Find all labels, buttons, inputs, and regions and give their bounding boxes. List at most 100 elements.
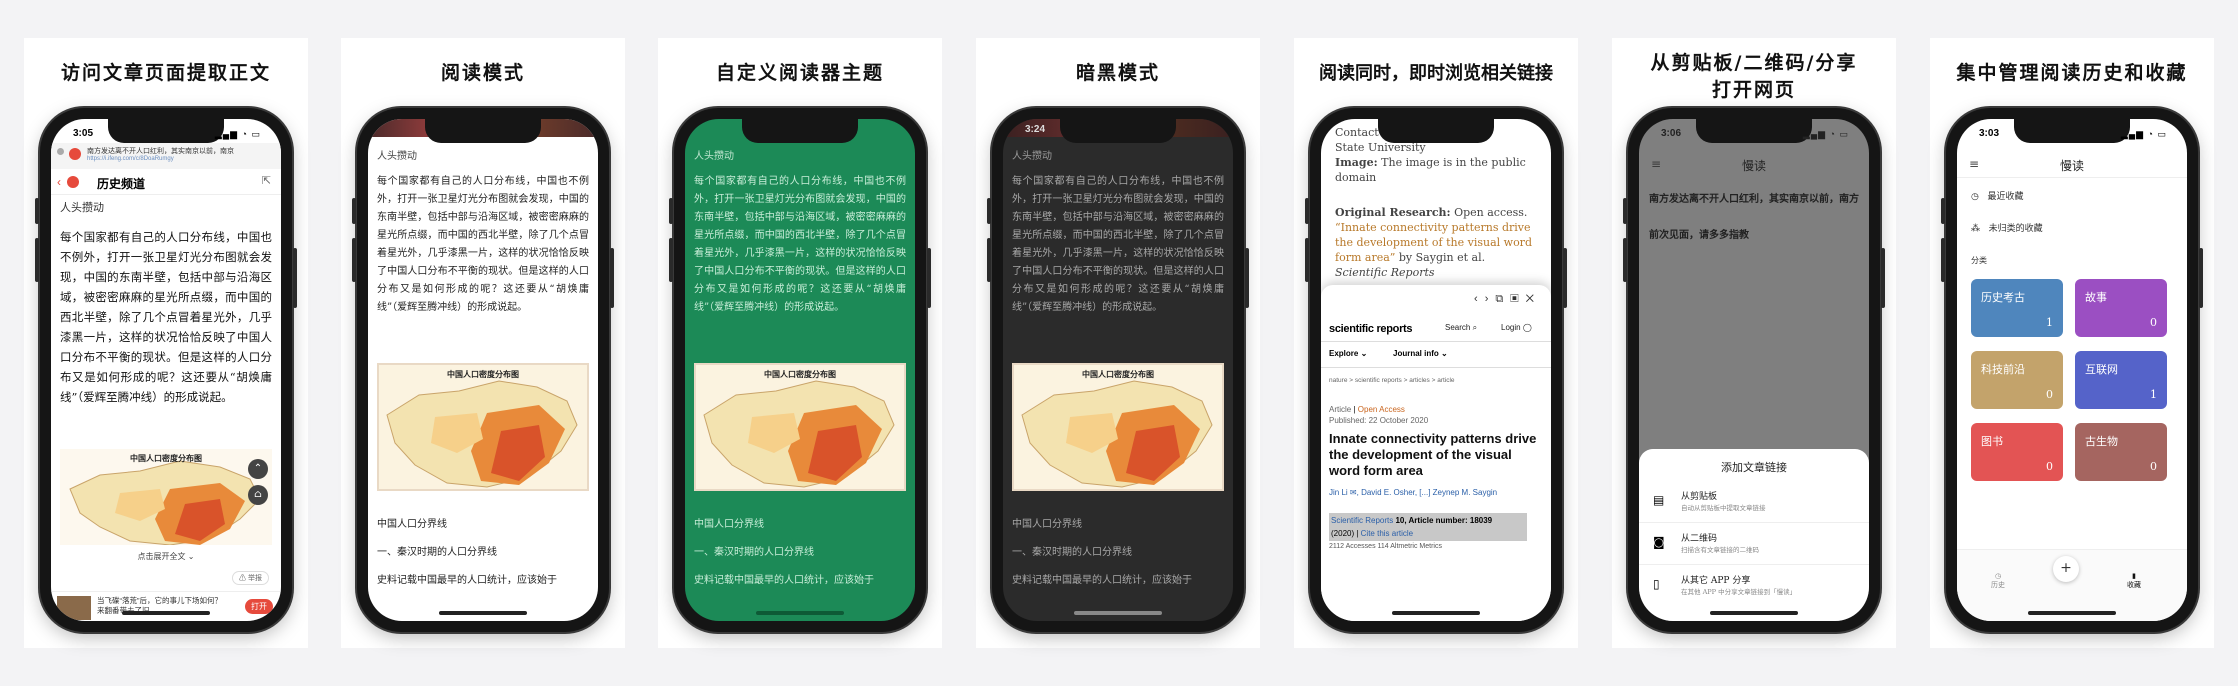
reader-toggle-icon[interactable]: ▣ <box>1510 293 1525 305</box>
map-title: 中国人口密度分布图 <box>764 369 836 379</box>
login-link[interactable]: Login ◯ <box>1501 323 1532 332</box>
share-icon: ▯ <box>1653 577 1660 591</box>
screen: 3:03 ▂▄▆ ◔ ▭ ≡ 慢读 ◷ 最近收藏 ⁂ 未归类的收藏 分类 历史考… <box>1957 119 2187 621</box>
subsection-heading: 一、秦汉时期的人口分界线 <box>377 547 497 558</box>
ad-open-button[interactable]: 打开 <box>245 599 273 614</box>
site-logo: scientific reports <box>1329 323 1413 335</box>
link-sheet: ‹›⧉▣✕ scientific reports Search ⌕ Login … <box>1321 285 1551 621</box>
journal-info-menu[interactable]: Journal info ⌄ <box>1393 349 1448 358</box>
cite-link[interactable]: Cite this article <box>1361 529 1413 538</box>
status-icons: ▂▄▆ ◔ ▭ <box>1802 129 1849 139</box>
login-label: Login <box>1501 323 1521 332</box>
panel-open-link: 从剪贴板/二维码/分享 打开网页 3:06 ▂▄▆ ◔ ▭ ≡ 慢读 南方发达离不… <box>1612 38 1896 648</box>
source-label: 人头攒动 <box>1012 151 1052 162</box>
authors[interactable]: Jin Li ✉, David E. Osher, [...] Zeynep M… <box>1329 487 1543 498</box>
back-icon[interactable]: ‹ <box>57 175 61 189</box>
panel-title: 访问文章页面提取正文 <box>60 62 271 84</box>
panel-dark-mode: 暗黑模式 3:24 人头攒动 每个国家都有自己的人口分布线，中国也不例外，打开一… <box>976 38 1260 648</box>
panel-title-line1: 从剪贴板/二维码/分享 <box>1650 52 1858 74</box>
phone: 3:05 ▂▄▆ ◔ ▭ 南方发达离不开人口红利，其实南京以前，南京 https… <box>35 108 297 632</box>
recent-collections[interactable]: ◷ 最近收藏 <box>1971 189 2023 202</box>
phone: 人头攒动 每个国家都有自己的人口分布线，中国也不例外，打开一张卫星灯光分布图就会… <box>352 108 614 632</box>
panel-extract: 访问文章页面提取正文 3:05 ▂▄▆ ◔ ▭ 南方发达离不开人口红利，其实南京… <box>24 38 308 648</box>
report-button[interactable]: ⚠ 举报 <box>232 571 269 585</box>
category-tile[interactable]: 历史考古 1 <box>1971 279 2063 337</box>
category-tile[interactable]: 故事 0 <box>2075 279 2167 337</box>
tab-history[interactable]: ◷ 历史 <box>1991 572 2005 590</box>
url-banner[interactable]: 南方发达离不开人口红利，其实南京以前，南京 https://i.ifeng.co… <box>51 143 281 169</box>
panel-link-browse: 阅读同时，即时浏览相关链接 Contact State University I… <box>1294 38 1578 648</box>
density-map: 中国人口密度分布图 ⌃ ⌂ <box>60 449 272 545</box>
user-icon: ◯ <box>1522 323 1532 332</box>
stage: 访问文章页面提取正文 3:05 ▂▄▆ ◔ ▭ 南方发达离不开人口红利，其实南京… <box>0 0 2238 686</box>
category-count: 1 <box>2150 388 2157 401</box>
channel-title: 历史频道 <box>97 177 146 191</box>
clock-icon: ◷ <box>1994 572 2002 580</box>
published-date: Published: 22 October 2020 <box>1329 416 1429 425</box>
explore-menu[interactable]: Explore ⌄ <box>1329 349 1367 358</box>
add-link-sheet: 添加文章链接 ▤ 从剪贴板 自动从剪贴板中提取文章链接 ◙ 从二维码 扫描含有文… <box>1639 449 1869 621</box>
category-tile[interactable]: 图书 0 <box>1971 423 2063 481</box>
option-subtitle: 扫描含有文章链接的二维码 <box>1681 546 1759 554</box>
close-icon[interactable]: ✕ <box>1526 293 1541 305</box>
category-count: 0 <box>2150 460 2157 473</box>
add-button[interactable]: + <box>2053 556 2079 582</box>
panel-reader-mode: 阅读模式 人头攒动 每个国家都有自己的人口分布线，中国也不例外，打开一张卫星灯光… <box>341 38 625 648</box>
status-time: 3:05 <box>73 128 94 139</box>
browser-toolbar[interactable]: ‹›⧉▣✕ <box>1474 293 1541 306</box>
paragraph-text: 史料记载中国最早的人口统计，应该始于 <box>1012 575 1192 586</box>
section-label: 分类 <box>1971 256 1987 265</box>
close-icon[interactable] <box>57 148 64 155</box>
clock-icon: ◷ <box>1971 192 1979 202</box>
option-subtitle: 在其他 APP 中分享文章链接到「慢读」 <box>1681 588 1797 596</box>
article-text: 每个国家都有自己的人口分布线，中国也不例外，打开一张卫星灯光分布图就会发现，中国… <box>60 230 272 404</box>
category-count: 0 <box>2046 388 2053 401</box>
option-clipboard[interactable]: ▤ 从剪贴板 自动从剪贴板中提取文章链接 <box>1639 483 1869 523</box>
uncategorized-collections[interactable]: ⁂ 未归类的收藏 <box>1971 221 2043 234</box>
report-label: 举报 <box>248 575 262 582</box>
panel-title: 集中管理阅读历史和收藏 <box>1956 62 2188 84</box>
search-link[interactable]: Search ⌕ <box>1445 323 1477 333</box>
panel-title: 阅读模式 <box>440 62 525 84</box>
home-icon[interactable]: ⌂ <box>248 485 268 505</box>
source-label: 人头攒动 <box>60 201 104 214</box>
author-first[interactable]: Jin Li <box>1329 488 1348 497</box>
app-title: 慢读 <box>1741 159 1766 173</box>
sheet-title: 添加文章链接 <box>1721 461 1787 474</box>
screen: 3:06 ▂▄▆ ◔ ▭ ≡ 慢读 南方发达离不开人口红利，其实南京以前，南方 … <box>1639 119 1869 621</box>
ad-bar[interactable]: 当飞碟“落荒”后，它的事儿下场如何？来翻番带去了旧 打开 <box>51 591 281 621</box>
back-icon[interactable]: ‹ <box>1474 293 1485 305</box>
density-map: 中国人口密度分布图 <box>694 363 906 491</box>
open-external-icon[interactable]: ⧉ <box>1495 293 1510 305</box>
author-rest[interactable]: David E. Osher, [...] Zeynep M. Saygin <box>1361 488 1497 497</box>
category-count: 0 <box>2150 316 2157 329</box>
category-name: 互联网 <box>2085 363 2118 376</box>
recent-label: 最近收藏 <box>1987 192 2024 202</box>
density-map: 中国人口密度分布图 <box>1012 363 1224 491</box>
share-icon[interactable]: ⇱ <box>262 174 271 187</box>
screen: 3:24 人头攒动 每个国家都有自己的人口分布线，中国也不例外，打开一张卫星灯光… <box>1003 119 1233 621</box>
phone: 人头攒动 每个国家都有自己的人口分布线，中国也不例外，打开一张卫星灯光分布图就会… <box>669 108 931 632</box>
source-label: 人头攒动 <box>694 151 734 162</box>
section-heading: 中国人口分界线 <box>1012 519 1082 530</box>
category-tile[interactable]: 科技前沿 0 <box>1971 351 2063 409</box>
site-logo-text: scientific reports <box>1329 323 1413 335</box>
tab-collections[interactable]: ▮ 收藏 <box>2127 572 2141 590</box>
channel-bar: ‹ 历史频道 ⇱ <box>51 171 281 195</box>
option-qrcode[interactable]: ◙ 从二维码 扫描含有文章链接的二维码 <box>1639 525 1869 565</box>
option-share[interactable]: ▯ 从其它 APP 分享 在其他 APP 中分享文章链接到「慢读」 <box>1639 567 1869 607</box>
search-icon: ⌕ <box>1472 323 1478 332</box>
status-icons: ▂▄▆ ◔ ▭ <box>214 129 261 139</box>
panel-custom-theme: 自定义阅读器主题 人头攒动 每个国家都有自己的人口分布线，中国也不例外，打开一张… <box>658 38 942 648</box>
expand-link[interactable]: 点击展开全文 ⌄ <box>51 551 281 562</box>
forward-icon[interactable]: › <box>1485 293 1496 305</box>
banner-url: https://i.ifeng.com/c/8DoaRumgy <box>87 156 174 162</box>
phone: Contact State University Image: The imag… <box>1305 108 1567 632</box>
category-tile[interactable]: 互联网 1 <box>2075 351 2167 409</box>
map-title: 中国人口密度分布图 <box>447 369 519 379</box>
option-title: 从剪贴板 <box>1681 492 1718 502</box>
citation: Scientific Reports 10, Article number: 1… <box>1329 513 1527 541</box>
ad-thumbnail <box>57 596 91 620</box>
category-tile[interactable]: 古生物 0 <box>2075 423 2167 481</box>
section-heading: 中国人口分界线 <box>377 519 447 530</box>
